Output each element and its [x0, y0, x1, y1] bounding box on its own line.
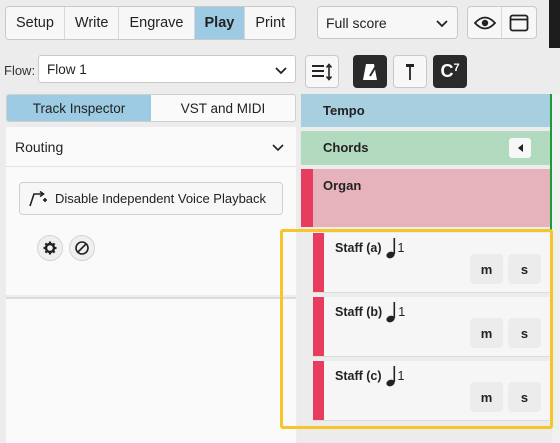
- routing-section: Routing Disable Independent Voice Playba…: [6, 127, 296, 295]
- mute-button[interactable]: m: [470, 318, 503, 348]
- staff-row[interactable]: Staff (b) 1 m s: [313, 297, 550, 357]
- view-toggle-group: [467, 6, 537, 39]
- chord-symbol-superscript: 7: [453, 61, 460, 74]
- quarter-note-icon: [386, 301, 396, 326]
- disable-independent-voice-playback-button[interactable]: Disable Independent Voice Playback: [19, 182, 283, 215]
- flow-label: Flow:: [4, 63, 36, 78]
- quarter-note-icon: [385, 365, 396, 390]
- voice-routing-icon: [28, 190, 48, 207]
- voice-number: 1: [397, 241, 405, 255]
- routing-title: Routing: [15, 138, 64, 155]
- metronome-icon[interactable]: [353, 55, 387, 88]
- chevron-down-icon: [434, 15, 450, 34]
- gear-icon[interactable]: [37, 235, 63, 261]
- chevron-down-icon: [271, 140, 285, 157]
- chord-symbol-letter: C: [440, 61, 454, 81]
- window-icon[interactable]: [502, 7, 536, 38]
- routing-header[interactable]: Routing: [6, 127, 296, 167]
- chord-symbol-icon[interactable]: C7: [433, 55, 467, 88]
- tab-vst-midi[interactable]: VST and MIDI: [151, 95, 295, 121]
- top-toolbar: Setup Write Engrave Play Print Full scor…: [0, 0, 560, 48]
- mute-button[interactable]: m: [470, 254, 503, 284]
- mode-engrave-button[interactable]: Engrave: [119, 7, 195, 39]
- staff-row[interactable]: Staff (c) 1 m s: [313, 361, 550, 421]
- inspector-tabs: Track Inspector VST and MIDI: [6, 94, 296, 122]
- voice-number: 1: [398, 305, 406, 319]
- quarter-note-icon: [385, 237, 396, 262]
- chevron-down-icon: [273, 62, 289, 81]
- staff-row[interactable]: Staff (a) 1 m s: [313, 233, 550, 293]
- voice-number: 1: [397, 369, 405, 383]
- track-height-icon[interactable]: [305, 55, 339, 88]
- organ-track-label: Organ: [323, 178, 362, 193]
- tempo-track[interactable]: Tempo: [301, 94, 551, 127]
- score-edge: [549, 0, 560, 48]
- mode-switcher: Setup Write Engrave Play Print: [5, 6, 297, 40]
- layout-select[interactable]: Full score: [317, 6, 458, 39]
- staff-color-bar: [313, 297, 324, 356]
- mode-play-button[interactable]: Play: [194, 7, 246, 39]
- staff-color-bar: [313, 361, 324, 420]
- mute-button[interactable]: m: [470, 382, 503, 412]
- solo-button[interactable]: s: [508, 382, 541, 412]
- inspector-lower-area: [6, 297, 296, 443]
- instrument-color-bar: [301, 169, 313, 227]
- secondary-toolbar: Flow: Flow 1 C7: [0, 48, 560, 94]
- staff-label: Staff (b) 1: [335, 302, 406, 326]
- speaker-icon[interactable]: [509, 138, 531, 158]
- staff-name: Staff (a): [335, 241, 382, 255]
- eye-icon[interactable]: [468, 7, 502, 38]
- staff-label: Staff (a) 1: [335, 238, 405, 262]
- inspector-panel: Track Inspector VST and MIDI Routing Dis…: [0, 94, 300, 443]
- staff-name: Staff (c): [335, 369, 382, 383]
- staff-name: Staff (b): [335, 305, 383, 319]
- flow-select-value: Flow 1: [47, 61, 87, 77]
- organ-track[interactable]: Organ: [301, 169, 551, 227]
- staff-color-bar: [313, 233, 324, 292]
- mode-write-button[interactable]: Write: [65, 7, 120, 39]
- edit-icon[interactable]: [69, 235, 95, 261]
- staff-label: Staff (c) 1: [335, 366, 405, 390]
- mode-setup-button[interactable]: Setup: [6, 7, 65, 39]
- solo-button[interactable]: s: [508, 254, 541, 284]
- tab-track-inspector[interactable]: Track Inspector: [7, 95, 151, 121]
- layout-select-value: Full score: [326, 14, 387, 31]
- track-list: Tempo Chords Organ Staff (a) 1 m s Staff…: [301, 94, 560, 443]
- track-overview-stub: [552, 94, 560, 443]
- chords-track-label: Chords: [323, 140, 369, 155]
- mode-print-button[interactable]: Print: [245, 7, 295, 39]
- click-icon[interactable]: [393, 55, 427, 88]
- flow-select[interactable]: Flow 1: [38, 55, 296, 83]
- tempo-track-label: Tempo: [323, 103, 365, 118]
- solo-button[interactable]: s: [508, 318, 541, 348]
- voice-button-label: Disable Independent Voice Playback: [55, 191, 267, 206]
- chords-track[interactable]: Chords: [301, 131, 551, 165]
